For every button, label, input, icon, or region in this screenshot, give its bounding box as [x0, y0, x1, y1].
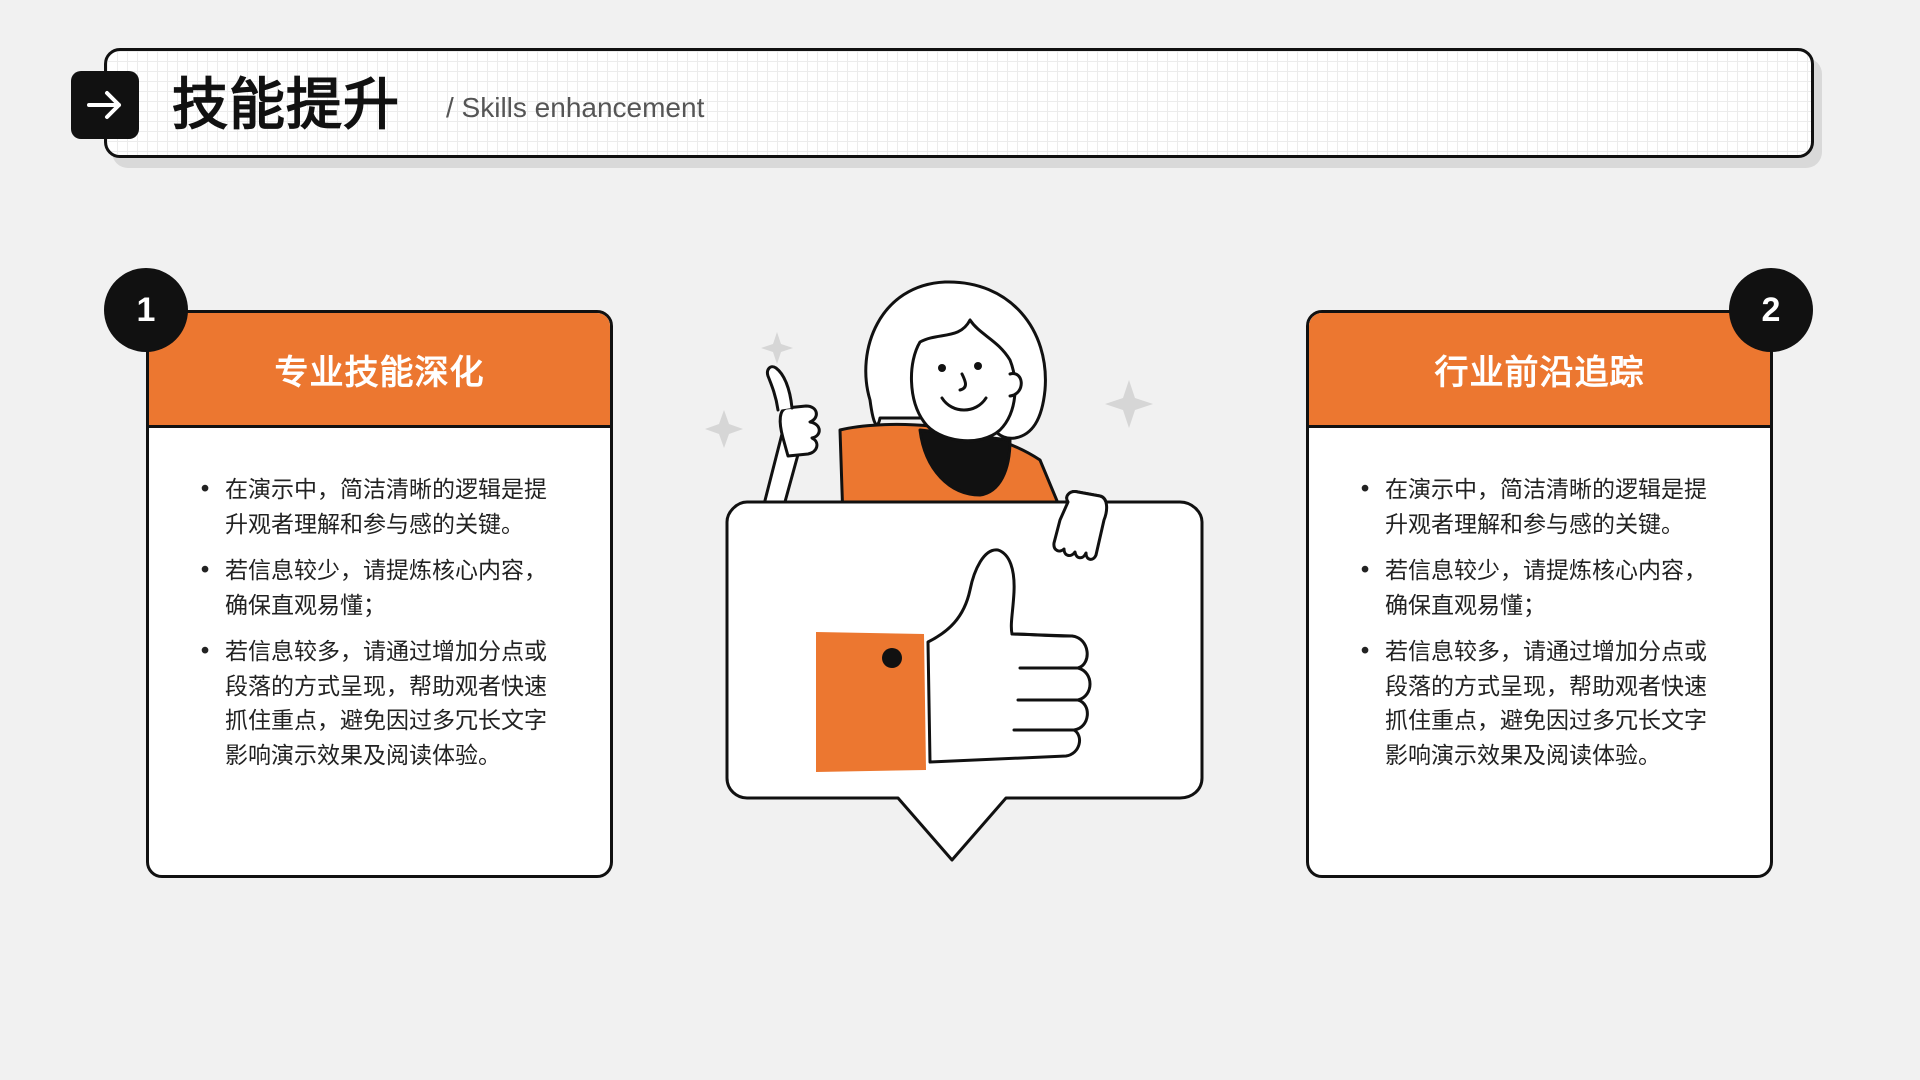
- card-title: 专业技能深化: [149, 313, 610, 428]
- list-item: • 若信息较少，请提炼核心内容，确保直观易懂；: [195, 554, 555, 623]
- list-item: • 在演示中，简洁清晰的逻辑是提升观者理解和参与感的关键。: [1355, 473, 1715, 542]
- card-professional-skills: 专业技能深化 • 在演示中，简洁清晰的逻辑是提升观者理解和参与感的关键。 • 若信息…: [146, 310, 613, 878]
- bullet: •: [1358, 639, 1372, 665]
- list-item-text: 在演示中，简洁清晰的逻辑是提升观者理解和参与感的关键。: [225, 477, 547, 538]
- page-title: 技能提升: [172, 73, 400, 138]
- bullet: •: [198, 477, 212, 503]
- list-item: • 若信息较多，请通过增加分点或段落的方式呈现，帮助观者快速抓住重点，避免因过多冗…: [195, 635, 555, 773]
- list-item: • 若信息较少，请提炼核心内容，确保直观易懂；: [1355, 554, 1715, 623]
- arrow-right-icon: [71, 71, 139, 139]
- list-item-text: 若信息较多，请通过增加分点或段落的方式呈现，帮助观者快速抓住重点，避免因过多冗长…: [1385, 639, 1707, 769]
- list-item-text: 若信息较少，请提炼核心内容，确保直观易懂；: [225, 558, 547, 619]
- sparkle-icon: [1105, 380, 1153, 428]
- thumbs-up-illustration: [705, 280, 1204, 862]
- sparkle-icon: [761, 332, 793, 364]
- card-bullet-list: • 在演示中，简洁清晰的逻辑是提升观者理解和参与感的关键。 • 若信息较少，请提炼核…: [195, 473, 555, 785]
- bullet: •: [198, 558, 212, 584]
- sparkle-icon: [705, 410, 743, 448]
- list-item: • 若信息较多，请通过增加分点或段落的方式呈现，帮助观者快速抓住重点，避免因过多冗…: [1355, 635, 1715, 773]
- card-title: 行业前沿追踪: [1309, 313, 1770, 428]
- bullet: •: [1358, 558, 1372, 584]
- list-item: • 在演示中，简洁清晰的逻辑是提升观者理解和参与感的关键。: [195, 473, 555, 542]
- card-number-badge: 1: [104, 268, 188, 352]
- card-bullet-list: • 在演示中，简洁清晰的逻辑是提升观者理解和参与感的关键。 • 若信息较少，请提炼核…: [1355, 473, 1715, 785]
- thumbs-up-speech-bubble-icon: [725, 490, 1204, 862]
- bullet: •: [1358, 477, 1372, 503]
- list-item-text: 若信息较多，请通过增加分点或段落的方式呈现，帮助观者快速抓住重点，避免因过多冗长…: [225, 639, 547, 769]
- page-subtitle: / Skills enhancement: [446, 92, 705, 123]
- bullet: •: [198, 639, 212, 665]
- card-industry-frontier: 行业前沿追踪 • 在演示中，简洁清晰的逻辑是提升观者理解和参与感的关键。 • 若信息…: [1306, 310, 1773, 878]
- list-item-text: 若信息较少，请提炼核心内容，确保直观易懂；: [1385, 558, 1707, 619]
- list-item-text: 在演示中，简洁清晰的逻辑是提升观者理解和参与感的关键。: [1385, 477, 1707, 538]
- card-number-badge: 2: [1729, 268, 1813, 352]
